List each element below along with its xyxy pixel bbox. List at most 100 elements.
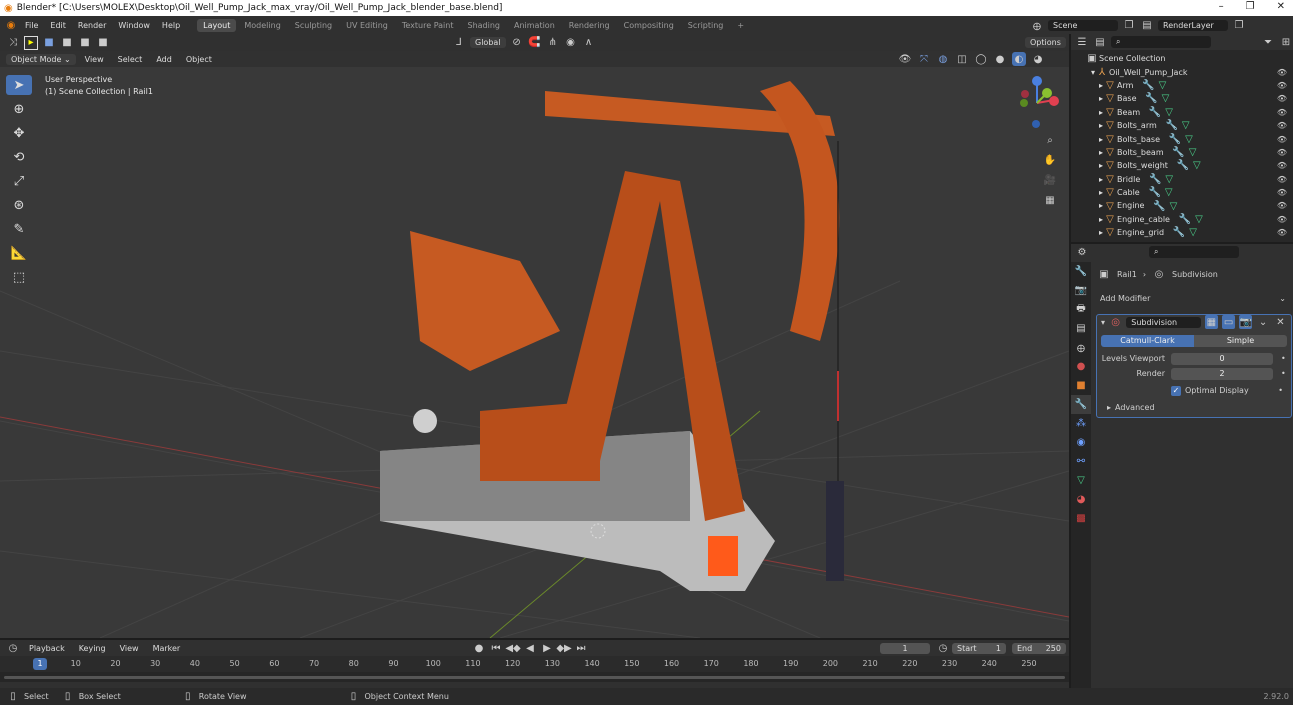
properties-search-field[interactable]: ⌕ (1149, 246, 1239, 258)
new-collection-icon[interactable]: ⊞ (1279, 35, 1293, 49)
modifier-wrench-icon[interactable]: 🔧 (1176, 159, 1190, 173)
current-frame-field[interactable]: 1 (880, 642, 930, 654)
properties-editor-icon[interactable]: ⚙ (1075, 245, 1089, 259)
tab-catmull-clark[interactable]: Catmull-Clark (1101, 335, 1194, 347)
outliner-object-row[interactable]: ▸ ▽ Base 🔧 ▽ 👁 (1071, 92, 1293, 105)
modifier-wrench-icon[interactable]: 🔧 (1172, 226, 1186, 240)
scene-icon[interactable]: 🜨 (1030, 18, 1044, 33)
gizmo-toggle-icon[interactable]: ⤧ (917, 52, 931, 66)
transform-pivot-icon[interactable]: ⤨ (6, 36, 20, 50)
outliner-object-row[interactable]: ▸ ▽ Engine 🔧 ▽ 👁 (1071, 199, 1293, 212)
modifier-wrench-icon[interactable]: 🔧 (1168, 132, 1182, 146)
new-scene-icon[interactable]: ❐ (1122, 18, 1136, 32)
outliner-object-row[interactable]: ▸ ▽ Bolts_base 🔧 ▽ 👁 (1071, 132, 1293, 145)
play-reverse-icon[interactable]: ◀ (523, 641, 537, 655)
timeline-track[interactable] (0, 672, 1069, 682)
mesh-data-icon[interactable]: ▽ (1186, 145, 1200, 159)
pan-hand-icon[interactable]: ✋ (1043, 153, 1057, 167)
mesh-data-icon[interactable]: ▽ (1162, 172, 1176, 186)
tab-texture-paint[interactable]: Texture Paint (396, 19, 460, 32)
visibility-eye-icon[interactable]: 👁 (1277, 148, 1287, 157)
material-shading-icon[interactable]: ◐ (1012, 52, 1026, 66)
ortho-grid-icon[interactable]: ▦ (1043, 193, 1057, 207)
cursor-tool-icon[interactable]: ⊕ (6, 99, 32, 119)
restore-button[interactable]: ❐ (1246, 1, 1255, 12)
modifier-wrench-icon[interactable]: 🔧 (1145, 92, 1159, 106)
modifier-name-field[interactable]: Subdivision (1126, 316, 1201, 328)
transform-tool-icon[interactable]: ⊛ (6, 195, 32, 215)
visibility-eye-icon[interactable]: 👁 (1277, 201, 1287, 210)
advanced-subpanel[interactable]: ▸ Advanced (1107, 403, 1291, 412)
particles-tab-icon[interactable]: ⁂ (1071, 414, 1091, 433)
tab-sculpting[interactable]: Sculpting (289, 19, 338, 32)
tab-simple[interactable]: Simple (1194, 335, 1287, 347)
mode-dropdown[interactable]: Object Mode ⌄ (6, 53, 76, 65)
remove-modifier-icon[interactable]: ✕ (1274, 315, 1287, 329)
preview-range-icon[interactable]: ◷ (936, 641, 950, 655)
view-layer-field[interactable]: RenderLayer (1158, 19, 1228, 31)
timeline-menu-keying[interactable]: Keying (74, 642, 111, 655)
viewport-toggle-icon[interactable]: ▭ (1221, 315, 1236, 329)
jump-start-icon[interactable]: ⏮ (489, 641, 503, 655)
measure-tool-icon[interactable]: 📐 (6, 243, 32, 263)
scene-field[interactable]: Scene (1048, 19, 1118, 31)
editor-type-icon[interactable]: ☰ (1075, 35, 1089, 49)
camera-view-icon[interactable]: 🎥 (1043, 173, 1057, 187)
blender-menu-icon[interactable]: ◉ (4, 18, 18, 32)
physics-tab-icon[interactable]: ◉ (1071, 433, 1091, 452)
mesh-data-icon[interactable]: ▽ (1162, 186, 1176, 200)
texture-tab-icon[interactable]: ▩ (1071, 509, 1091, 528)
prev-keyframe-icon[interactable]: ◀◆ (505, 641, 520, 655)
snap-icon[interactable]: 🧲 (528, 36, 542, 50)
wireframe-shading-icon[interactable]: ◯ (974, 52, 988, 66)
render-levels-field[interactable]: 2 (1171, 367, 1273, 380)
scale-tool-icon[interactable]: ⤢ (6, 171, 32, 191)
outliner-object-row[interactable]: ▸ ▽ Cable 🔧 ▽ 👁 (1071, 186, 1293, 199)
tool-tab-icon[interactable]: 🔧 (1071, 262, 1091, 281)
zoom-icon[interactable]: ⌕ (1043, 133, 1057, 147)
outliner-scene-collection[interactable]: ▣ Scene Collection (1071, 52, 1293, 65)
options-dropdown[interactable]: Options (1025, 37, 1066, 48)
select-box-tool-icon[interactable]: ➤ (6, 75, 32, 95)
visibility-eye-icon[interactable]: 👁 (1277, 228, 1287, 237)
constraints-tab-icon[interactable]: ⚯ (1071, 452, 1091, 471)
modifier-wrench-icon[interactable]: 🔧 (1152, 199, 1166, 213)
filter-icon[interactable]: ⏷ (1261, 35, 1275, 49)
select-mode-intersect-icon[interactable]: ■ (96, 36, 110, 50)
object-tab-icon[interactable]: ■ (1071, 376, 1091, 395)
timeline-menu-playback[interactable]: Playback (24, 642, 70, 655)
modifier-wrench-icon[interactable]: 🔧 (1141, 78, 1155, 92)
viewport-menu-object[interactable]: Object (181, 53, 217, 66)
modifier-wrench-icon[interactable]: 🔧 (1165, 119, 1179, 133)
modifier-wrench-icon[interactable]: 🔧 (1148, 186, 1162, 200)
modifier-wrench-icon[interactable]: 🔧 (1148, 105, 1162, 119)
close-button[interactable]: ✕ (1277, 1, 1285, 12)
output-tab-icon[interactable]: 🖶 (1071, 300, 1091, 319)
viewport-menu-add[interactable]: Add (151, 53, 177, 66)
outliner-object-row[interactable]: ▸ ▽ Bolts_weight 🔧 ▽ 👁 (1071, 159, 1293, 172)
tab-modeling[interactable]: Modeling (238, 19, 286, 32)
modifier-wrench-icon[interactable]: 🔧 (1148, 172, 1162, 186)
tab-layout[interactable]: Layout (197, 18, 237, 32)
keyframe-dot-icon[interactable]: • (1281, 369, 1286, 378)
visibility-eye-icon[interactable]: 👁 (1277, 108, 1287, 117)
falloff-icon[interactable]: ∧ (582, 36, 596, 50)
data-tab-icon[interactable]: ▽ (1071, 471, 1091, 490)
tab-animation[interactable]: Animation (508, 19, 561, 32)
menu-file[interactable]: File (20, 19, 43, 32)
modifier-wrench-icon[interactable]: 🔧 (1172, 145, 1186, 159)
visibility-eye-icon[interactable]: 👁 (1277, 161, 1287, 170)
mesh-data-icon[interactable]: ▽ (1190, 159, 1204, 173)
timeline-menu-marker[interactable]: Marker (148, 642, 186, 655)
rendered-shading-icon[interactable]: ◕ (1031, 52, 1045, 66)
mesh-data-icon[interactable]: ▽ (1166, 199, 1180, 213)
visibility-icon[interactable]: 👁 (898, 52, 912, 66)
new-view-layer-icon[interactable]: ❐ (1232, 18, 1246, 32)
collapse-icon[interactable]: ▾ (1101, 318, 1105, 327)
visibility-eye-icon[interactable]: 👁 (1277, 135, 1287, 144)
outliner-collection-row[interactable]: ▾ ⅄ Oil_Well_Pump_Jack 👁 (1071, 65, 1293, 78)
mesh-data-icon[interactable]: ▽ (1162, 105, 1176, 119)
select-mode-subtract-icon[interactable]: ■ (78, 36, 92, 50)
frame-ruler[interactable]: 1 10 20 30 40 50 60 70 80 90 100 110 120 130 140 150 160… (0, 656, 1069, 672)
menu-help[interactable]: Help (157, 19, 185, 32)
